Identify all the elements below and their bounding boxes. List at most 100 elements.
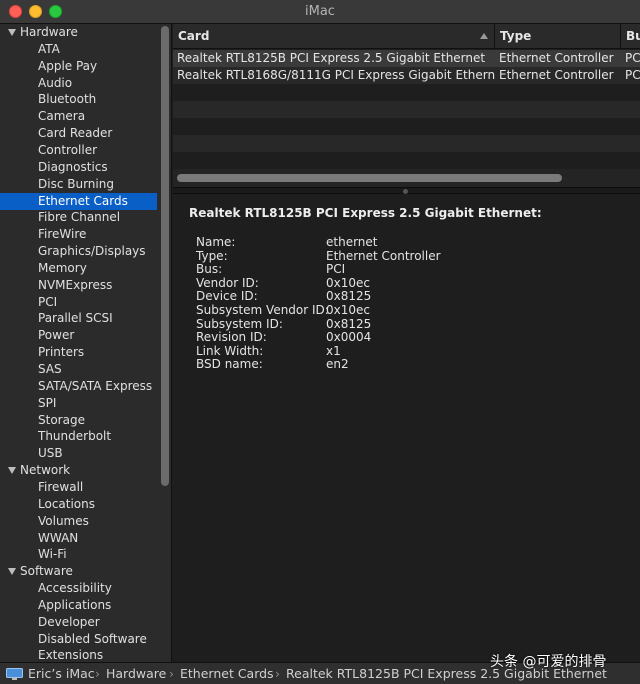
table-horizontal-scrollbar[interactable] [173, 169, 640, 187]
path-separator-icon: › [275, 666, 280, 681]
sidebar-group-software[interactable]: Software [0, 563, 157, 580]
cell-type: Ethernet Controller [495, 67, 621, 84]
sidebar-item-parallel-scsi[interactable]: Parallel SCSI [0, 310, 157, 327]
sidebar-item-label: Graphics/Displays [38, 244, 146, 258]
sidebar-item-label: Volumes [38, 514, 89, 528]
sidebar-group-hardware[interactable]: Hardware [0, 24, 157, 41]
cell-card: Realtek RTL8125B PCI Express 2.5 Gigabit… [173, 50, 495, 67]
column-header-type-label: Type [500, 29, 531, 43]
sidebar-item-disabled-software[interactable]: Disabled Software [0, 631, 157, 648]
disclosure-triangle-icon[interactable] [8, 568, 16, 575]
sidebar-item-fibre-channel[interactable]: Fibre Channel [0, 209, 157, 226]
sidebar-item-usb[interactable]: USB [0, 445, 157, 462]
sidebar-item-firewire[interactable]: FireWire [0, 226, 157, 243]
disclosure-triangle-icon[interactable] [8, 29, 16, 36]
sidebar-item-ethernet-cards[interactable]: Ethernet Cards [0, 193, 157, 210]
sidebar-item-apple-pay[interactable]: Apple Pay [0, 58, 157, 75]
sidebar-item-ata[interactable]: ATA [0, 41, 157, 58]
sidebar-item-audio[interactable]: Audio [0, 75, 157, 92]
sidebar-item-bluetooth[interactable]: Bluetooth [0, 91, 157, 108]
sidebar-item-volumes[interactable]: Volumes [0, 513, 157, 530]
sidebar-item-spi[interactable]: SPI [0, 395, 157, 412]
sidebar-item-firewall[interactable]: Firewall [0, 479, 157, 496]
cell-card: Realtek RTL8168G/8111G PCI Express Gigab… [173, 67, 495, 84]
sidebar-item-nvmexpress[interactable]: NVMExpress [0, 277, 157, 294]
sidebar-scrollbar[interactable] [161, 26, 169, 486]
sidebar-item-printers[interactable]: Printers [0, 344, 157, 361]
sidebar-item-thunderbolt[interactable]: Thunderbolt [0, 428, 157, 445]
sidebar-item-locations[interactable]: Locations [0, 496, 157, 513]
sidebar-item-accessibility[interactable]: Accessibility [0, 580, 157, 597]
sidebar-item-applications[interactable]: Applications [0, 597, 157, 614]
sidebar-item-developer[interactable]: Developer [0, 614, 157, 631]
detail-pane: Realtek RTL8125B PCI Express 2.5 Gigabit… [173, 194, 640, 662]
table-scroll-thumb[interactable] [177, 174, 562, 182]
split-view-divider[interactable] [173, 187, 640, 194]
property-key: Revision ID: [196, 330, 267, 344]
column-header-card-label: Card [178, 29, 209, 43]
property-key: Device ID: [196, 289, 258, 303]
sidebar-item-wi-fi[interactable]: Wi-Fi [0, 546, 157, 563]
sidebar-item-graphics-displays[interactable]: Graphics/Displays [0, 243, 157, 260]
sidebar-item-label: Thunderbolt [38, 429, 111, 443]
sidebar-item-storage[interactable]: Storage [0, 412, 157, 429]
cell-type: Ethernet Controller [495, 50, 621, 67]
table-row-empty [173, 101, 640, 118]
sidebar-item-label: Storage [38, 413, 85, 427]
sidebar-item-controller[interactable]: Controller [0, 142, 157, 159]
sidebar-group-network[interactable]: Network [0, 462, 157, 479]
path-separator-icon: › [95, 666, 100, 681]
sidebar-item-label: Controller [38, 143, 97, 157]
sidebar-item-label: Wi-Fi [38, 547, 67, 561]
sidebar-item-pci[interactable]: PCI [0, 294, 157, 311]
sidebar-item-wwan[interactable]: WWAN [0, 530, 157, 547]
column-header-card[interactable]: Card [173, 24, 495, 49]
sidebar-item-sata-sata-express[interactable]: SATA/SATA Express [0, 378, 157, 395]
property-value: 0x10ec [326, 276, 370, 290]
sidebar-item-memory[interactable]: Memory [0, 260, 157, 277]
sidebar-item-label: Diagnostics [38, 160, 108, 174]
sidebar-item-label: Disabled Software [38, 632, 147, 646]
path-crumb-eric-s-imac[interactable]: Eric’s iMac [28, 666, 95, 681]
sidebar-item-label: Applications [38, 598, 111, 612]
sidebar-item-label: Disc Burning [38, 177, 114, 191]
column-header-bus[interactable]: Bu [621, 24, 640, 49]
property-key: BSD name: [196, 357, 263, 371]
property-key: Bus: [196, 262, 222, 276]
path-crumb-ethernet-cards[interactable]: Ethernet Cards [180, 666, 274, 681]
sidebar-group-label: Hardware [20, 25, 78, 39]
sidebar-group-label: Software [20, 564, 73, 578]
table-row[interactable]: Realtek RTL8125B PCI Express 2.5 Gigabit… [173, 50, 640, 67]
property-value: ethernet [326, 235, 378, 249]
sidebar-item-card-reader[interactable]: Card Reader [0, 125, 157, 142]
device-table: Card Type Bu Realtek RTL8125B PCI Expres… [173, 24, 640, 187]
sidebar-item-camera[interactable]: Camera [0, 108, 157, 125]
sidebar-item-label: Ethernet Cards [38, 194, 128, 208]
property-value: x1 [326, 344, 341, 358]
sidebar-group-label: Network [20, 463, 70, 477]
column-header-type[interactable]: Type [495, 24, 621, 49]
property-value: 0x10ec [326, 303, 370, 317]
sidebar-item-label: Memory [38, 261, 87, 275]
property-key: Vendor ID: [196, 276, 259, 290]
sort-ascending-icon [480, 33, 488, 39]
table-row-empty [173, 118, 640, 135]
sidebar-item-disc-burning[interactable]: Disc Burning [0, 176, 157, 193]
sidebar-item-diagnostics[interactable]: Diagnostics [0, 159, 157, 176]
property-key: Subsystem Vendor ID: [196, 303, 329, 317]
path-crumb-hardware[interactable]: Hardware [106, 666, 166, 681]
disclosure-triangle-icon[interactable] [8, 467, 16, 474]
table-row-empty [173, 152, 640, 169]
sidebar-item-power[interactable]: Power [0, 327, 157, 344]
sidebar-item-extensions[interactable]: Extensions [0, 647, 157, 662]
sidebar-item-sas[interactable]: SAS [0, 361, 157, 378]
column-header-bus-label: Bu [626, 29, 640, 43]
table-row[interactable]: Realtek RTL8168G/8111G PCI Express Gigab… [173, 67, 640, 84]
sidebar-item-label: FireWire [38, 227, 86, 241]
sidebar-item-label: Parallel SCSI [38, 311, 113, 325]
sidebar-item-label: SAS [38, 362, 62, 376]
sidebar-item-label: Extensions [38, 648, 103, 662]
window-title: iMac [0, 4, 640, 19]
property-value: en2 [326, 357, 349, 371]
property-key: Type: [196, 249, 228, 263]
